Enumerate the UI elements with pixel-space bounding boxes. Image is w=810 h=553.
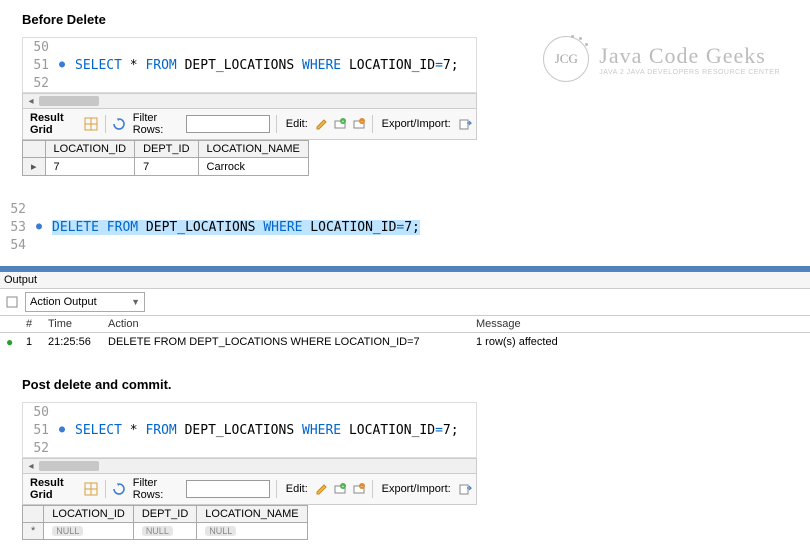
export-import-label: Export/Import: — [379, 483, 454, 495]
sql-editor-delete[interactable]: 5253●DELETE FROM DEPT_LOCATIONS WHERE LO… — [0, 200, 810, 254]
result-grid-label: Result Grid — [27, 112, 80, 136]
svg-text:−: − — [360, 484, 363, 490]
cell: 21:25:56 — [42, 333, 102, 352]
col-header[interactable]: Time — [42, 316, 102, 333]
table-row[interactable]: ▸ 7 7 Carrock — [23, 158, 309, 176]
chevron-down-icon: ▼ — [131, 297, 140, 307]
table-row[interactable]: * NULL NULL NULL — [23, 523, 308, 540]
section-title-before: Before Delete — [0, 0, 810, 37]
scroll-left-icon[interactable]: ◂ — [23, 94, 39, 108]
logo-initials: JCG — [555, 51, 578, 67]
cell: NULL — [44, 523, 134, 540]
scroll-thumb[interactable] — [39, 96, 99, 106]
svg-text:−: − — [360, 119, 363, 125]
logo-subtext: JAVA 2 JAVA DEVELOPERS RESOURCE CENTER — [599, 69, 780, 76]
row-new-icon: * — [23, 523, 44, 540]
filter-rows-input[interactable] — [186, 480, 270, 498]
grid-icon[interactable] — [84, 115, 98, 133]
delete-row-icon[interactable]: − — [351, 480, 365, 498]
output-grid: # Time Action Message ● 1 21:25:56 DELET… — [0, 316, 810, 351]
cell[interactable]: Carrock — [198, 158, 308, 176]
delete-row-icon[interactable]: − — [351, 115, 365, 133]
output-row[interactable]: ● 1 21:25:56 DELETE FROM DEPT_LOCATIONS … — [0, 333, 810, 352]
export-import-label: Export/Import: — [379, 118, 454, 130]
null-badge: NULL — [205, 526, 236, 536]
svg-text:+: + — [342, 484, 345, 490]
output-title: Output — [0, 272, 810, 289]
result-toolbar: Result Grid Filter Rows: Edit: + − Expor… — [22, 474, 477, 505]
cell[interactable]: 7 — [45, 158, 135, 176]
edit-label: Edit: — [283, 118, 311, 130]
output-clear-icon[interactable] — [3, 293, 21, 311]
filter-rows-label: Filter Rows: — [130, 112, 182, 136]
cell: DELETE FROM DEPT_LOCATIONS WHERE LOCATIO… — [102, 333, 470, 352]
row-handle-header — [23, 141, 46, 158]
success-icon: ● — [6, 335, 13, 349]
logo-text: Java Code Geeks — [599, 43, 780, 69]
output-type-dropdown[interactable]: Action Output ▼ — [25, 292, 145, 312]
svg-text:+: + — [342, 119, 345, 125]
edit-label: Edit: — [283, 483, 311, 495]
col-header[interactable]: LOCATION_NAME — [197, 506, 307, 523]
row-handle-header — [23, 506, 44, 523]
result-toolbar: Result Grid Filter Rows: Edit: + − Expor… — [22, 109, 477, 140]
row-pointer-icon: ▸ — [23, 158, 46, 176]
cell: NULL — [133, 523, 196, 540]
cell: NULL — [197, 523, 307, 540]
export-icon[interactable] — [458, 480, 472, 498]
horizontal-scrollbar[interactable]: ◂ — [22, 93, 477, 109]
add-row-icon[interactable]: + — [333, 115, 347, 133]
col-header[interactable]: LOCATION_ID — [44, 506, 134, 523]
col-header[interactable]: # — [20, 316, 42, 333]
result-table-before: LOCATION_ID DEPT_ID LOCATION_NAME ▸ 7 7 … — [22, 140, 309, 176]
filter-rows-label: Filter Rows: — [130, 477, 182, 501]
sql-editor-before[interactable]: 5051●SELECT * FROM DEPT_LOCATIONS WHERE … — [22, 37, 477, 93]
section-title-post: Post delete and commit. — [0, 351, 810, 402]
filter-rows-input[interactable] — [186, 115, 270, 133]
logo-circle: JCG — [543, 36, 589, 82]
col-header[interactable]: LOCATION_ID — [45, 141, 135, 158]
cell[interactable]: 7 — [135, 158, 198, 176]
null-badge: NULL — [52, 526, 83, 536]
col-header[interactable]: Action — [102, 316, 470, 333]
edit-icon[interactable] — [315, 480, 329, 498]
grid-icon[interactable] — [84, 480, 98, 498]
horizontal-scrollbar[interactable]: ◂ — [22, 458, 477, 474]
sql-editor-post[interactable]: 5051●SELECT * FROM DEPT_LOCATIONS WHERE … — [22, 402, 477, 458]
cell: 1 row(s) affected — [470, 333, 810, 352]
col-header[interactable]: DEPT_ID — [135, 141, 198, 158]
scroll-left-icon[interactable]: ◂ — [23, 459, 39, 473]
null-badge: NULL — [142, 526, 173, 536]
result-grid-label: Result Grid — [27, 477, 80, 501]
col-header[interactable]: Message — [470, 316, 810, 333]
add-row-icon[interactable]: + — [333, 480, 347, 498]
cell: 1 — [20, 333, 42, 352]
refresh-icon[interactable] — [111, 115, 125, 133]
refresh-icon[interactable] — [111, 480, 125, 498]
col-header[interactable]: DEPT_ID — [133, 506, 196, 523]
output-panel: Output Action Output ▼ # Time Action Mes… — [0, 266, 810, 351]
edit-icon[interactable] — [315, 115, 329, 133]
watermark: JCG Java Code Geeks JAVA 2 JAVA DEVELOPE… — [543, 36, 780, 82]
dropdown-value: Action Output — [30, 296, 97, 308]
col-header[interactable]: LOCATION_NAME — [198, 141, 308, 158]
export-icon[interactable] — [458, 115, 472, 133]
scroll-thumb[interactable] — [39, 461, 99, 471]
result-table-post: LOCATION_ID DEPT_ID LOCATION_NAME * NULL… — [22, 505, 308, 540]
